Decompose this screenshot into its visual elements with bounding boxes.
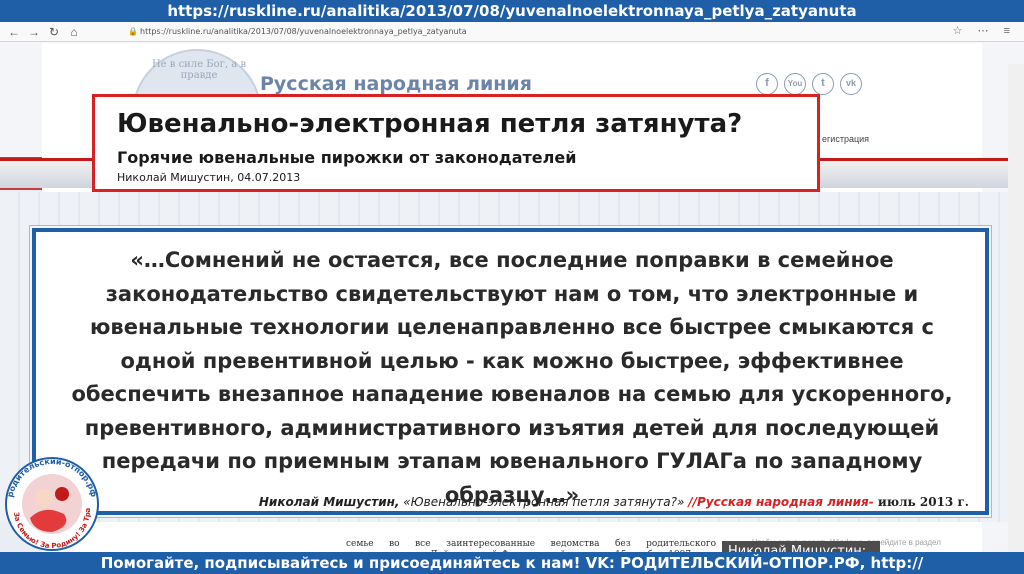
article-title: Ювенально-электронная петля затянута? xyxy=(117,109,743,139)
article-subtitle: Горячие ювенальные пирожки от законодате… xyxy=(117,148,577,167)
author-card[interactable]: Николай Мишустин: xyxy=(722,541,880,552)
reload-icon[interactable]: ↻ xyxy=(46,24,62,40)
article-excerpt: семье во все заинтересованные ведомства … xyxy=(346,537,716,552)
registration-link[interactable]: егистрация xyxy=(822,134,869,144)
home-icon[interactable]: ⌂ xyxy=(66,24,82,40)
quote-box: «…Сомнений не остается, все последние по… xyxy=(32,228,989,515)
quote-work: «Ювенально-электронная петля затянута?» xyxy=(399,495,689,509)
facebook-icon[interactable]: f xyxy=(756,73,778,95)
address-bar[interactable]: 🔒 https://ruskline.ru/analitika/2013/07/… xyxy=(126,24,906,39)
browser-menu-icons[interactable]: ☆ ⋯ ≡ xyxy=(953,24,1016,37)
organization-stamp-logo: родительский-отпор.рф За Семью! За Родин… xyxy=(0,452,99,551)
quote-attribution: Николай Мишустин, «Ювенально-электронная… xyxy=(259,495,969,509)
site-name[interactable]: Русская народная линия xyxy=(260,73,532,95)
vk-icon[interactable]: vk xyxy=(840,73,862,95)
top-url-caption: https://ruskline.ru/analitika/2013/07/08… xyxy=(0,0,1024,22)
seal-motto: Не в силе Бог, а в правде xyxy=(151,59,247,81)
scrollbar[interactable] xyxy=(1008,64,1024,552)
youtube-icon[interactable]: You xyxy=(784,73,806,95)
browser-toolbar: ← → ↻ ⌂ 🔒 https://ruskline.ru/analitika/… xyxy=(0,22,1024,42)
article-title-box: Ювенально-электронная петля затянута? Го… xyxy=(92,94,820,192)
lock-icon: 🔒 xyxy=(128,27,138,36)
quote-date: июль 2013 г. xyxy=(877,495,969,509)
address-text: https://ruskline.ru/analitika/2013/07/08… xyxy=(140,27,467,36)
quote-text: «…Сомнений не остается, все последние по… xyxy=(71,248,953,507)
article-byline: Николай Мишустин, 04.07.2013 xyxy=(117,171,301,184)
forward-icon[interactable]: → xyxy=(26,24,42,40)
footer-caption: Помогайте, подписывайтесь и присоединяйт… xyxy=(0,552,1024,574)
quote-source: //Русская народная линия- xyxy=(688,495,878,509)
back-icon[interactable]: ← xyxy=(6,24,22,40)
twitter-icon[interactable]: t xyxy=(812,73,834,95)
quote-author: Николай Мишустин, xyxy=(258,495,400,509)
